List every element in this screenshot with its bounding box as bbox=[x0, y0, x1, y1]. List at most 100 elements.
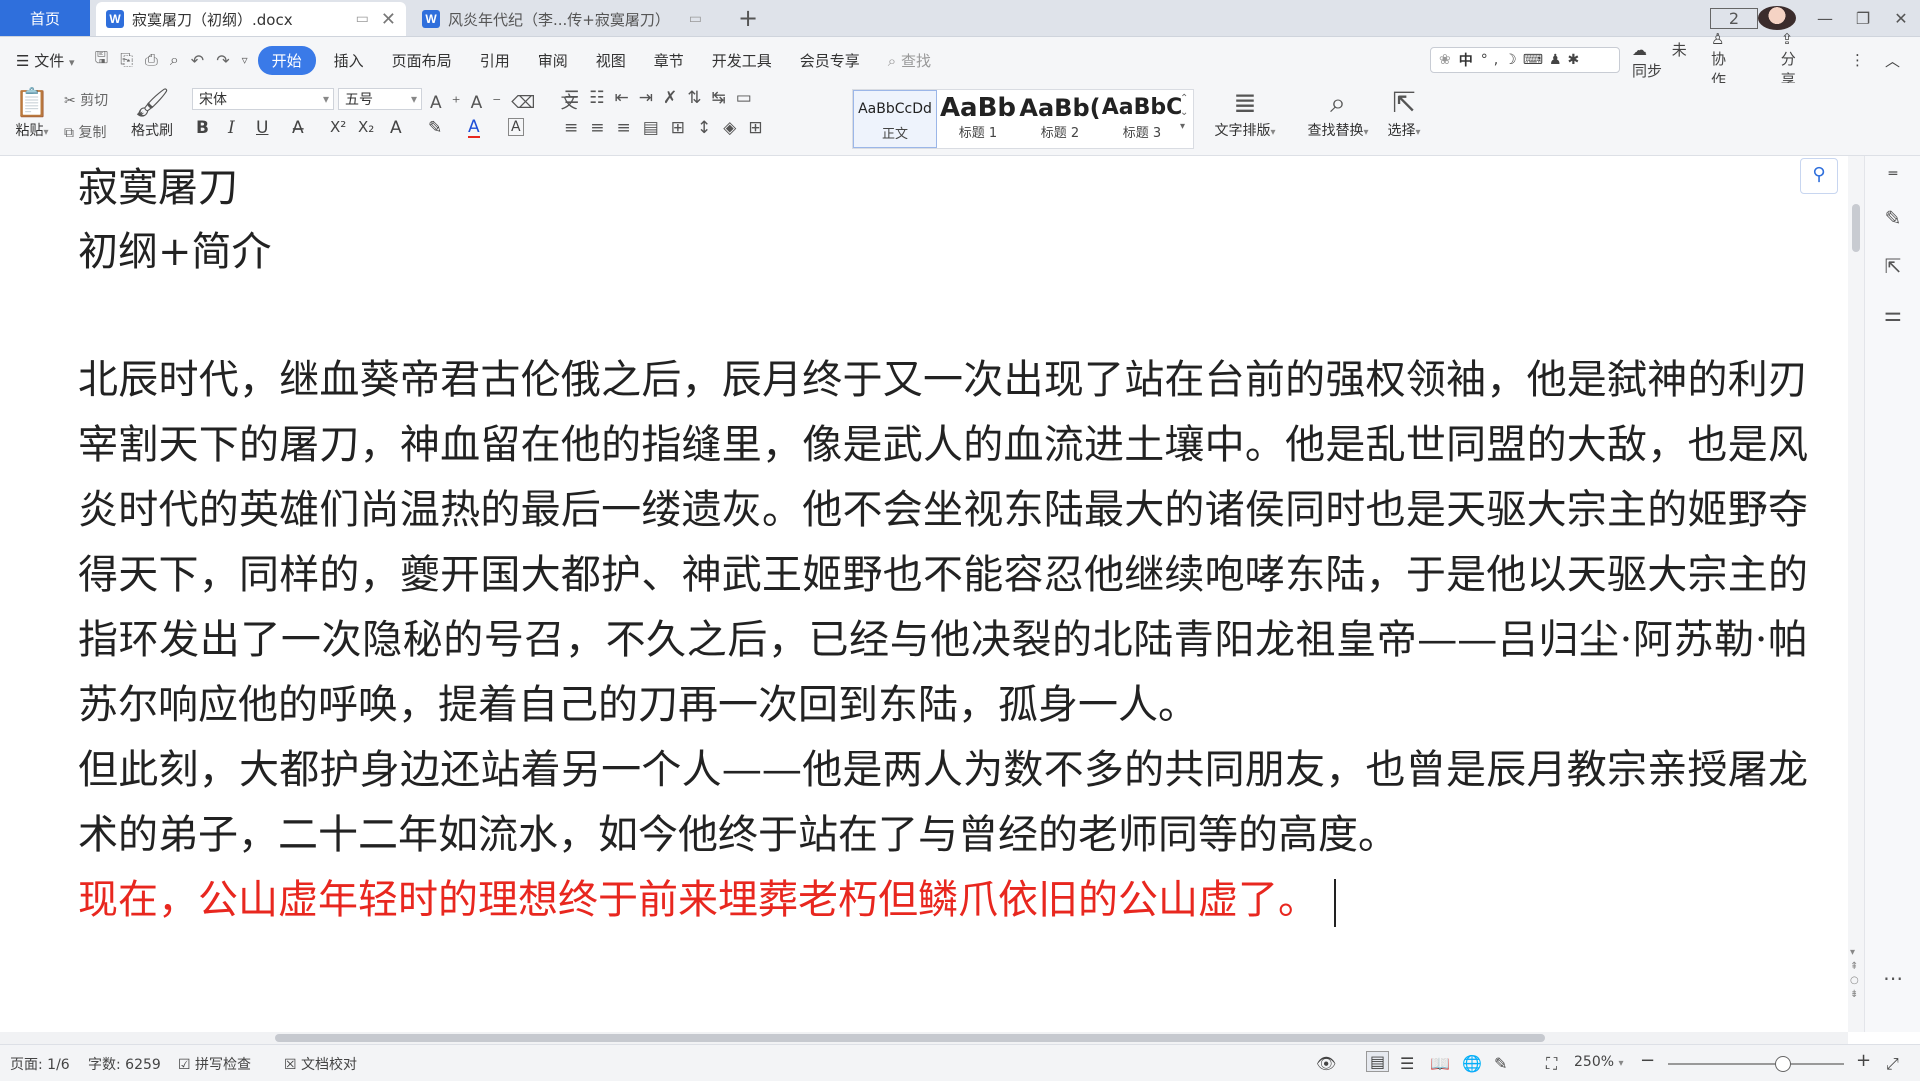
zoom-slider-knob[interactable] bbox=[1775, 1056, 1791, 1072]
font-color-icon[interactable]: A bbox=[468, 118, 480, 138]
user-avatar[interactable] bbox=[1758, 6, 1796, 30]
strikethrough-icon[interactable]: A̶ bbox=[292, 118, 304, 138]
zoom-out-icon[interactable]: − bbox=[1640, 1050, 1655, 1071]
print-preview-icon[interactable]: ⌕ bbox=[170, 50, 179, 70]
spellcheck-button[interactable]: ☑ 拼写检查 bbox=[178, 1054, 251, 1074]
text-effect-icon[interactable]: A bbox=[390, 118, 402, 138]
tab-document-second[interactable]: W 风炎年代纪（李...传+寂寞屠刀） ▭ bbox=[412, 2, 712, 36]
paste-button[interactable]: 📋 粘贴▾ bbox=[12, 86, 52, 140]
format-painter-button[interactable]: 🖌 格式刷 bbox=[128, 86, 176, 140]
tab-close-icon[interactable]: ✕ bbox=[381, 9, 396, 30]
new-tab-plus-icon[interactable]: + bbox=[738, 4, 758, 32]
save-icon[interactable]: 🖫 bbox=[95, 47, 109, 74]
fullscreen-icon[interactable]: ⤢ bbox=[1886, 1054, 1899, 1074]
tab-pin-icon[interactable]: ▭ bbox=[689, 11, 702, 27]
menu-tab-references[interactable]: 引用 bbox=[466, 50, 524, 71]
undo-icon[interactable]: ↶ bbox=[191, 51, 204, 70]
menu-tab-member[interactable]: 会员专享 bbox=[786, 50, 874, 71]
alignment-icons[interactable]: ≡≡≡▤⊞↕◈⊞ bbox=[564, 118, 775, 138]
page-view-icon[interactable]: ▤ bbox=[1366, 1051, 1390, 1072]
menu-tab-home[interactable]: 开始 bbox=[257, 45, 316, 75]
writer-doc-icon: W bbox=[106, 10, 124, 28]
file-menu[interactable]: ☰ 文件 ▾ bbox=[0, 50, 89, 71]
vertical-scroll-thumb[interactable] bbox=[1852, 204, 1860, 252]
document-subtitle: 初纲+简介 bbox=[78, 229, 272, 275]
list-indent-icons[interactable]: ☰☷⇤⇥✗⇅↹▭ bbox=[564, 88, 762, 108]
page-nav-icons[interactable]: ▾ ⇞ ○ ⇟ bbox=[1850, 946, 1859, 1002]
more-tools-icon[interactable]: ⋯ bbox=[1865, 966, 1920, 990]
web-view-icon[interactable]: 🌐 bbox=[1462, 1054, 1482, 1073]
customize-dropdown-icon[interactable]: ▿ bbox=[242, 53, 248, 67]
settings-sliders-icon[interactable]: ⚌ bbox=[1865, 302, 1920, 326]
horizontal-scrollbar[interactable] bbox=[0, 1032, 1848, 1044]
eye-protection-icon[interactable]: 👁 bbox=[1316, 1054, 1336, 1073]
tab-document-second-label: 风炎年代纪（李...传+寂寞屠刀） bbox=[448, 10, 670, 29]
redo-icon[interactable]: ↷ bbox=[216, 51, 229, 70]
restore-icon[interactable]: ❐ bbox=[1844, 9, 1882, 28]
document-page[interactable]: 寂寞屠刀 初纲+简介 北辰时代，继血葵帝君古伦俄之后，辰月终于又一次出现了站在台… bbox=[78, 156, 1808, 933]
ime-toolbar[interactable]: ❀ 中 °,☽⌨♟✱ bbox=[1430, 47, 1620, 73]
zoom-level[interactable]: 250% ▾ bbox=[1574, 1054, 1624, 1070]
menu-tab-page-layout[interactable]: 页面布局 bbox=[378, 50, 466, 71]
menu-tab-chapter[interactable]: 章节 bbox=[640, 50, 698, 71]
share-button[interactable]: ⇪ 分享 bbox=[1781, 30, 1830, 90]
fit-page-icon[interactable]: ⛶ bbox=[1546, 1054, 1557, 1074]
minimize-icon[interactable]: — bbox=[1806, 9, 1844, 28]
menu-tab-review[interactable]: 审阅 bbox=[524, 50, 582, 71]
window-switch-icon[interactable]: 2 bbox=[1710, 7, 1758, 29]
pen-icon[interactable]: ✎ bbox=[1865, 206, 1920, 230]
tab-document-active[interactable]: W 寂寞屠刀（初纲）.docx ▭ ✕ bbox=[96, 2, 406, 36]
menu-tab-insert[interactable]: 插入 bbox=[320, 50, 378, 71]
write-view-icon[interactable]: ✎ bbox=[1494, 1054, 1507, 1073]
bold-icon[interactable]: B bbox=[196, 118, 209, 138]
horizontal-scroll-thumb[interactable] bbox=[275, 1034, 1545, 1042]
italic-icon[interactable]: I bbox=[228, 118, 235, 138]
font-name-select[interactable]: 宋体 bbox=[192, 88, 334, 110]
style-heading-2[interactable]: AaBb( 标题 2 bbox=[1019, 90, 1101, 148]
style-heading-1[interactable]: AaBb 标题 1 bbox=[937, 90, 1019, 148]
outline-view-icon[interactable]: ☰ bbox=[1400, 1054, 1414, 1073]
collaborate-button[interactable]: ♙ 协作 bbox=[1711, 30, 1761, 90]
subscript-icon[interactable]: X₂ bbox=[358, 118, 374, 136]
style-normal[interactable]: AaBbCcDd 正文 bbox=[853, 90, 937, 148]
highlight-icon[interactable]: ✎ bbox=[428, 118, 442, 138]
text-layout-button[interactable]: ≣ 文字排版▾ bbox=[1208, 86, 1282, 140]
close-window-icon[interactable]: ✕ bbox=[1882, 9, 1920, 28]
superscript-icon[interactable]: X² bbox=[330, 118, 346, 136]
select-button[interactable]: ⇱ 选择▾ bbox=[1380, 86, 1428, 140]
menu-tab-view[interactable]: 视图 bbox=[582, 50, 640, 71]
char-border-icon[interactable]: A bbox=[508, 118, 524, 136]
page-indicator[interactable]: 页面: 1/6 bbox=[10, 1054, 70, 1074]
collapse-ribbon-icon[interactable]: ︿ bbox=[1885, 50, 1900, 71]
find-replace-button[interactable]: ⌕ 查找替换▾ bbox=[1302, 86, 1374, 140]
style-gallery-scroll-icon[interactable]: ⌃ ⌄ ▾ bbox=[1180, 92, 1188, 134]
style-heading-3[interactable]: AaBbC 标题 3 bbox=[1101, 90, 1183, 148]
zoom-slider-track[interactable] bbox=[1668, 1063, 1844, 1065]
collapse-panel-icon[interactable]: ═ bbox=[1865, 166, 1920, 182]
brush-icon: 🖌 bbox=[134, 86, 170, 119]
pointer-icon[interactable]: ⇱ bbox=[1865, 254, 1920, 278]
tab-home[interactable]: 首页 bbox=[0, 0, 90, 36]
tab-pin-icon[interactable]: ▭ bbox=[356, 11, 369, 27]
location-pin-icon[interactable]: ⚲ bbox=[1800, 158, 1838, 194]
document-canvas[interactable]: 寂寞屠刀 初纲+简介 北辰时代，继血葵帝君古伦俄之后，辰月终于又一次出现了站在台… bbox=[0, 156, 1848, 1032]
underline-icon[interactable]: U bbox=[256, 118, 268, 138]
sync-button[interactable]: ☁ 未同步 bbox=[1632, 39, 1691, 81]
print-icon[interactable]: ⎙ bbox=[145, 50, 158, 70]
vertical-scrollbar[interactable]: ▾ ⇞ ○ ⇟ bbox=[1848, 156, 1864, 1032]
title-bar: 首页 W 寂寞屠刀（初纲）.docx ▭ ✕ W 风炎年代纪（李...传+寂寞屠… bbox=[0, 0, 1920, 37]
zoom-in-icon[interactable]: + bbox=[1856, 1050, 1871, 1071]
menu-tab-developer[interactable]: 开发工具 bbox=[698, 50, 786, 71]
copy-icon: ⧉ bbox=[64, 125, 74, 141]
font-size-select[interactable]: 五号 bbox=[338, 88, 422, 110]
copy-button[interactable]: ⧉ 复制 bbox=[64, 122, 106, 142]
chevron-down-icon: ▾ bbox=[69, 55, 75, 69]
more-icon[interactable]: ⋮ bbox=[1850, 51, 1865, 69]
search-box[interactable]: ⌕ 查找 bbox=[874, 50, 945, 71]
proofread-button[interactable]: ☒ 文档校对 bbox=[284, 1054, 357, 1074]
reading-view-icon[interactable]: 📖 bbox=[1430, 1054, 1450, 1073]
cut-button[interactable]: ✂ 剪切 bbox=[64, 90, 108, 110]
word-count[interactable]: 字数: 6259 bbox=[88, 1054, 161, 1074]
output-icon[interactable]: ⎘ bbox=[120, 50, 133, 70]
